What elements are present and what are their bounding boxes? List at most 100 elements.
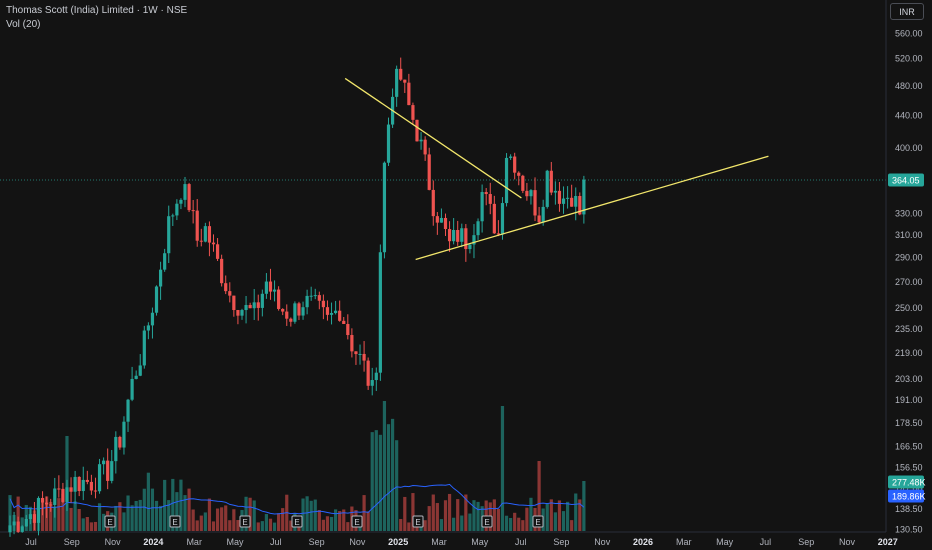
candle <box>281 308 285 316</box>
candle <box>537 206 541 225</box>
candle <box>81 466 85 501</box>
candle <box>93 477 98 499</box>
volume-bar <box>89 522 93 531</box>
price-tick-label: 130.50 <box>895 525 923 535</box>
candle <box>382 161 387 259</box>
candle <box>525 182 529 201</box>
volume-bar <box>407 522 411 531</box>
candle <box>215 238 220 262</box>
volume-bar <box>97 503 102 531</box>
candle <box>138 354 142 377</box>
earnings-marker[interactable]: E <box>532 515 544 528</box>
price-tick-label: 520.00 <box>895 54 923 64</box>
candle <box>492 195 496 234</box>
volume-bar <box>374 430 378 531</box>
candle <box>224 275 228 295</box>
time-tick-label: Sep <box>553 537 569 547</box>
time-tick-label: Nov <box>839 537 856 547</box>
volume-bar <box>232 509 236 531</box>
candle <box>195 199 199 247</box>
candle <box>97 458 102 494</box>
axis-badges: 364.05 277.48K 189.86K <box>888 173 926 503</box>
candle <box>431 180 435 226</box>
volume-bar <box>517 517 521 531</box>
volume-bar <box>77 508 81 531</box>
price-chart[interactable]: E E E E E E E E 560.00 520.00 480.00 440.00 400.00 3… <box>0 0 932 550</box>
earnings-marker[interactable]: E <box>351 515 363 528</box>
candle <box>435 212 439 235</box>
volume-bar <box>431 494 435 531</box>
earnings-marker[interactable]: E <box>104 515 116 528</box>
time-tick-label: Sep <box>309 537 325 547</box>
volume-bar <box>329 516 334 531</box>
time-tick-label: Nov <box>105 537 122 547</box>
volume-bar <box>570 520 574 531</box>
candle <box>480 184 484 233</box>
volume-bar <box>443 500 448 531</box>
candle <box>354 351 358 365</box>
candle <box>309 286 313 301</box>
price-tick-label: 156.50 <box>895 463 923 473</box>
volume-bar <box>220 507 224 531</box>
volume-bar <box>309 500 313 531</box>
earnings-marker[interactable]: E <box>291 515 303 528</box>
volume-bar <box>138 499 142 531</box>
volume-bar <box>565 501 570 531</box>
volume-bar <box>325 516 330 531</box>
candle <box>118 435 122 450</box>
volume-bars <box>8 401 586 531</box>
time-tick-label: 2024 <box>143 537 163 547</box>
candle <box>20 525 24 533</box>
trendline[interactable] <box>344 77 522 199</box>
candle <box>468 244 472 254</box>
candle <box>211 234 216 252</box>
volume-bar <box>382 401 387 531</box>
candle <box>110 449 114 484</box>
trendline[interactable] <box>415 155 769 261</box>
candle <box>142 325 146 369</box>
candle <box>509 154 513 160</box>
candle <box>256 294 260 321</box>
earnings-marker[interactable]: E <box>412 515 424 528</box>
candle <box>187 182 191 213</box>
volume-bar <box>395 440 399 531</box>
candle <box>565 186 570 209</box>
earnings-marker[interactable]: E <box>169 515 181 528</box>
candle <box>146 322 150 340</box>
time-tick-label: May <box>716 537 734 547</box>
volume-bar <box>81 518 85 531</box>
candle <box>313 288 317 300</box>
candle <box>484 188 488 206</box>
time-tick-label: May <box>226 537 244 547</box>
volume-bar <box>378 434 382 531</box>
time-axis[interactable]: Jul Sep Nov 2024 Mar May Jul Sep Nov 2025 Mar May Ju… <box>25 537 898 547</box>
earnings-marker[interactable]: E <box>481 515 493 528</box>
price-axis[interactable]: 560.00 520.00 480.00 440.00 400.00 330.00 310.… <box>895 29 923 535</box>
candle <box>362 341 366 372</box>
candle <box>260 289 264 317</box>
volume-bar <box>142 488 146 531</box>
volume-bar <box>366 511 370 531</box>
earnings-marker[interactable]: E <box>239 515 251 528</box>
candle <box>395 65 399 107</box>
volume-bar <box>427 506 431 531</box>
candle <box>350 328 354 358</box>
trendlines[interactable] <box>344 77 769 261</box>
volume-bar <box>447 493 452 531</box>
candle <box>268 268 273 300</box>
candle <box>574 187 578 221</box>
volume-bar <box>224 505 228 531</box>
candle <box>488 182 492 215</box>
candle <box>334 300 338 315</box>
volume-bar <box>513 512 517 531</box>
volume-bar <box>268 518 273 531</box>
candle <box>199 228 203 247</box>
volume-bar <box>574 493 578 531</box>
candle <box>549 161 553 196</box>
volume-bar <box>362 495 366 531</box>
currency-button[interactable]: INR <box>890 3 924 20</box>
candle <box>419 132 423 150</box>
candle <box>427 147 431 191</box>
volume-bar <box>260 521 264 531</box>
candle <box>329 302 334 325</box>
